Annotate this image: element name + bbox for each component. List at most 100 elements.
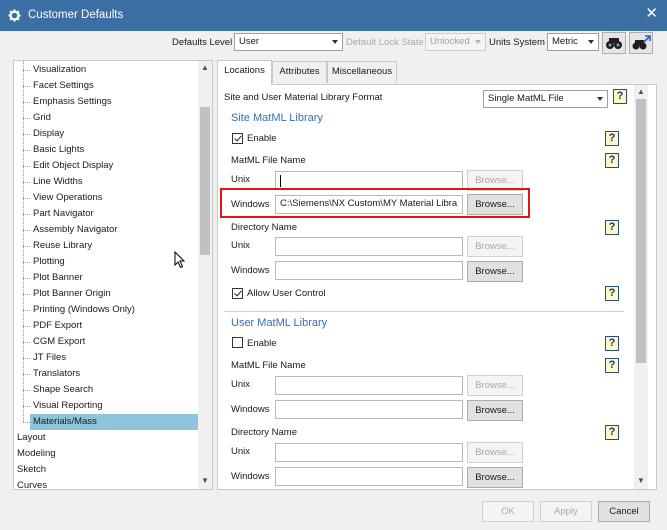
- cancel-button[interactable]: Cancel: [598, 501, 650, 522]
- tree-item[interactable]: CGM Export: [30, 334, 85, 350]
- lock-state-label: Default Lock State: [346, 37, 424, 48]
- scroll-up-icon[interactable]: ▲: [634, 87, 648, 96]
- scroll-up-icon[interactable]: ▲: [198, 63, 212, 72]
- tree-scroll-thumb[interactable]: [200, 107, 210, 255]
- user-unix-input[interactable]: [275, 376, 463, 395]
- tree-guide-line: [23, 342, 30, 343]
- tree-item[interactable]: Part Navigator: [30, 206, 94, 222]
- tree-item[interactable]: Materials/Mass: [30, 414, 198, 430]
- tab-locations[interactable]: Locations: [217, 60, 272, 85]
- tree-item[interactable]: Plot Banner Origin: [30, 286, 111, 302]
- tree-root-item[interactable]: Sketch: [14, 462, 46, 478]
- tree-item[interactable]: Printing (Windows Only): [30, 302, 135, 318]
- close-icon[interactable]: ✕: [645, 6, 658, 21]
- site-dir-windows-input[interactable]: [275, 261, 463, 280]
- tree-item[interactable]: Plotting: [30, 254, 65, 270]
- user-directory-label: Directory Name: [231, 427, 297, 438]
- tree-guide-line: [23, 70, 30, 71]
- text-caret: [280, 175, 281, 187]
- site-dir-windows-browse-button[interactable]: Browse...: [467, 261, 523, 282]
- user-enable-checkbox[interactable]: [232, 337, 243, 348]
- tree-guide-line: [23, 134, 30, 135]
- site-enable-label: Enable: [247, 133, 277, 144]
- user-dir-unix-browse-button: Browse...: [467, 442, 523, 463]
- user-dir-unix-label: Unix: [231, 446, 251, 457]
- help-icon[interactable]: ?: [605, 131, 619, 146]
- title-bar: Customer Defaults ✕: [0, 0, 667, 31]
- tree-item[interactable]: Emphasis Settings: [30, 94, 112, 110]
- tree-guide-line: [23, 422, 30, 423]
- tree-item[interactable]: PDF Export: [30, 318, 82, 334]
- section-divider: [224, 311, 624, 312]
- tree-item[interactable]: Reuse Library: [30, 238, 92, 254]
- tree-item[interactable]: Assembly Navigator: [30, 222, 117, 238]
- scroll-down-icon[interactable]: ▼: [198, 476, 212, 485]
- user-windows-input[interactable]: [275, 400, 463, 419]
- user-dir-windows-input[interactable]: [275, 467, 463, 486]
- format-select[interactable]: Single MatML File: [483, 90, 608, 108]
- tree-root-item[interactable]: Layout: [14, 430, 46, 446]
- panel-scrollbar[interactable]: ▲ ▼: [634, 85, 648, 489]
- site-windows-input[interactable]: C:\Siemens\NX Custom\MY Material Libra: [275, 195, 463, 214]
- check-icon: [234, 133, 242, 142]
- tab-attributes[interactable]: Attributes: [272, 61, 327, 83]
- tree-item[interactable]: Visual Reporting: [30, 398, 103, 414]
- ok-button: OK: [482, 501, 534, 522]
- locations-panel: Site and User Material Library Format Si…: [217, 84, 657, 490]
- tree-root-item[interactable]: Modeling: [14, 446, 56, 462]
- tree-item[interactable]: View Operations: [30, 190, 103, 206]
- site-unix-label: Unix: [231, 174, 251, 185]
- site-windows-browse-button[interactable]: Browse...: [467, 194, 523, 215]
- units-system-select[interactable]: Metric: [547, 33, 599, 51]
- tree-guide-line: [23, 102, 30, 103]
- tree-item[interactable]: Visualization: [30, 62, 86, 78]
- tree-guide-line: [23, 390, 30, 391]
- tree-item[interactable]: Translators: [30, 366, 80, 382]
- help-icon[interactable]: ?: [613, 89, 627, 104]
- help-icon[interactable]: ?: [605, 153, 619, 168]
- tree-root-item[interactable]: Curves: [14, 478, 47, 489]
- tree-item[interactable]: Display: [30, 126, 64, 142]
- tree-guide-line: [23, 294, 30, 295]
- help-icon[interactable]: ?: [605, 286, 619, 301]
- tree-guide-line: [23, 198, 30, 199]
- tree-item[interactable]: Edit Object Display: [30, 158, 113, 174]
- tree-item[interactable]: Shape Search: [30, 382, 93, 398]
- window-title: Customer Defaults: [28, 9, 124, 21]
- user-dir-windows-browse-button[interactable]: Browse...: [467, 467, 523, 488]
- find-defaults-button[interactable]: [602, 32, 626, 54]
- site-dir-unix-input[interactable]: [275, 237, 463, 256]
- tree-guide-line: [23, 230, 30, 231]
- tab-strip: Locations Attributes Miscellaneous: [217, 60, 657, 85]
- tree-item[interactable]: Grid: [30, 110, 51, 126]
- tree-item[interactable]: Basic Lights: [30, 142, 84, 158]
- site-library-title: Site MatML Library: [231, 112, 323, 124]
- tab-locations-label: Locations: [224, 65, 265, 76]
- help-icon[interactable]: ?: [605, 358, 619, 373]
- site-dir-windows-label: Windows: [231, 265, 270, 276]
- help-icon[interactable]: ?: [605, 425, 619, 440]
- tree-item[interactable]: Line Widths: [30, 174, 83, 190]
- allow-user-control-checkbox[interactable]: [232, 288, 243, 299]
- tree-item[interactable]: Facet Settings: [30, 78, 94, 94]
- tree-scrollbar[interactable]: ▲ ▼: [198, 61, 212, 489]
- site-file-name-label: MatML File Name: [231, 155, 306, 166]
- manage-defaults-button[interactable]: [629, 32, 653, 54]
- user-windows-browse-button[interactable]: Browse...: [467, 400, 523, 421]
- site-enable-checkbox[interactable]: [232, 133, 243, 144]
- user-dir-unix-input[interactable]: [275, 443, 463, 462]
- defaults-level-label: Defaults Level: [172, 37, 233, 48]
- help-icon[interactable]: ?: [605, 220, 619, 235]
- category-tree[interactable]: Visualization Facet Settings Emphasis Sett…: [13, 60, 213, 490]
- help-icon[interactable]: ?: [605, 336, 619, 351]
- defaults-level-value: User: [239, 36, 260, 47]
- chevron-down-icon: [332, 40, 338, 44]
- chevron-down-icon: [475, 40, 481, 44]
- tab-miscellaneous[interactable]: Miscellaneous: [327, 61, 397, 83]
- defaults-level-select[interactable]: User: [234, 33, 343, 51]
- scroll-down-icon[interactable]: ▼: [634, 476, 648, 485]
- tree-item[interactable]: JT Files: [30, 350, 66, 366]
- panel-scroll-thumb[interactable]: [636, 99, 646, 363]
- tree-item[interactable]: Plot Banner: [30, 270, 83, 286]
- format-label: Site and User Material Library Format: [224, 92, 383, 103]
